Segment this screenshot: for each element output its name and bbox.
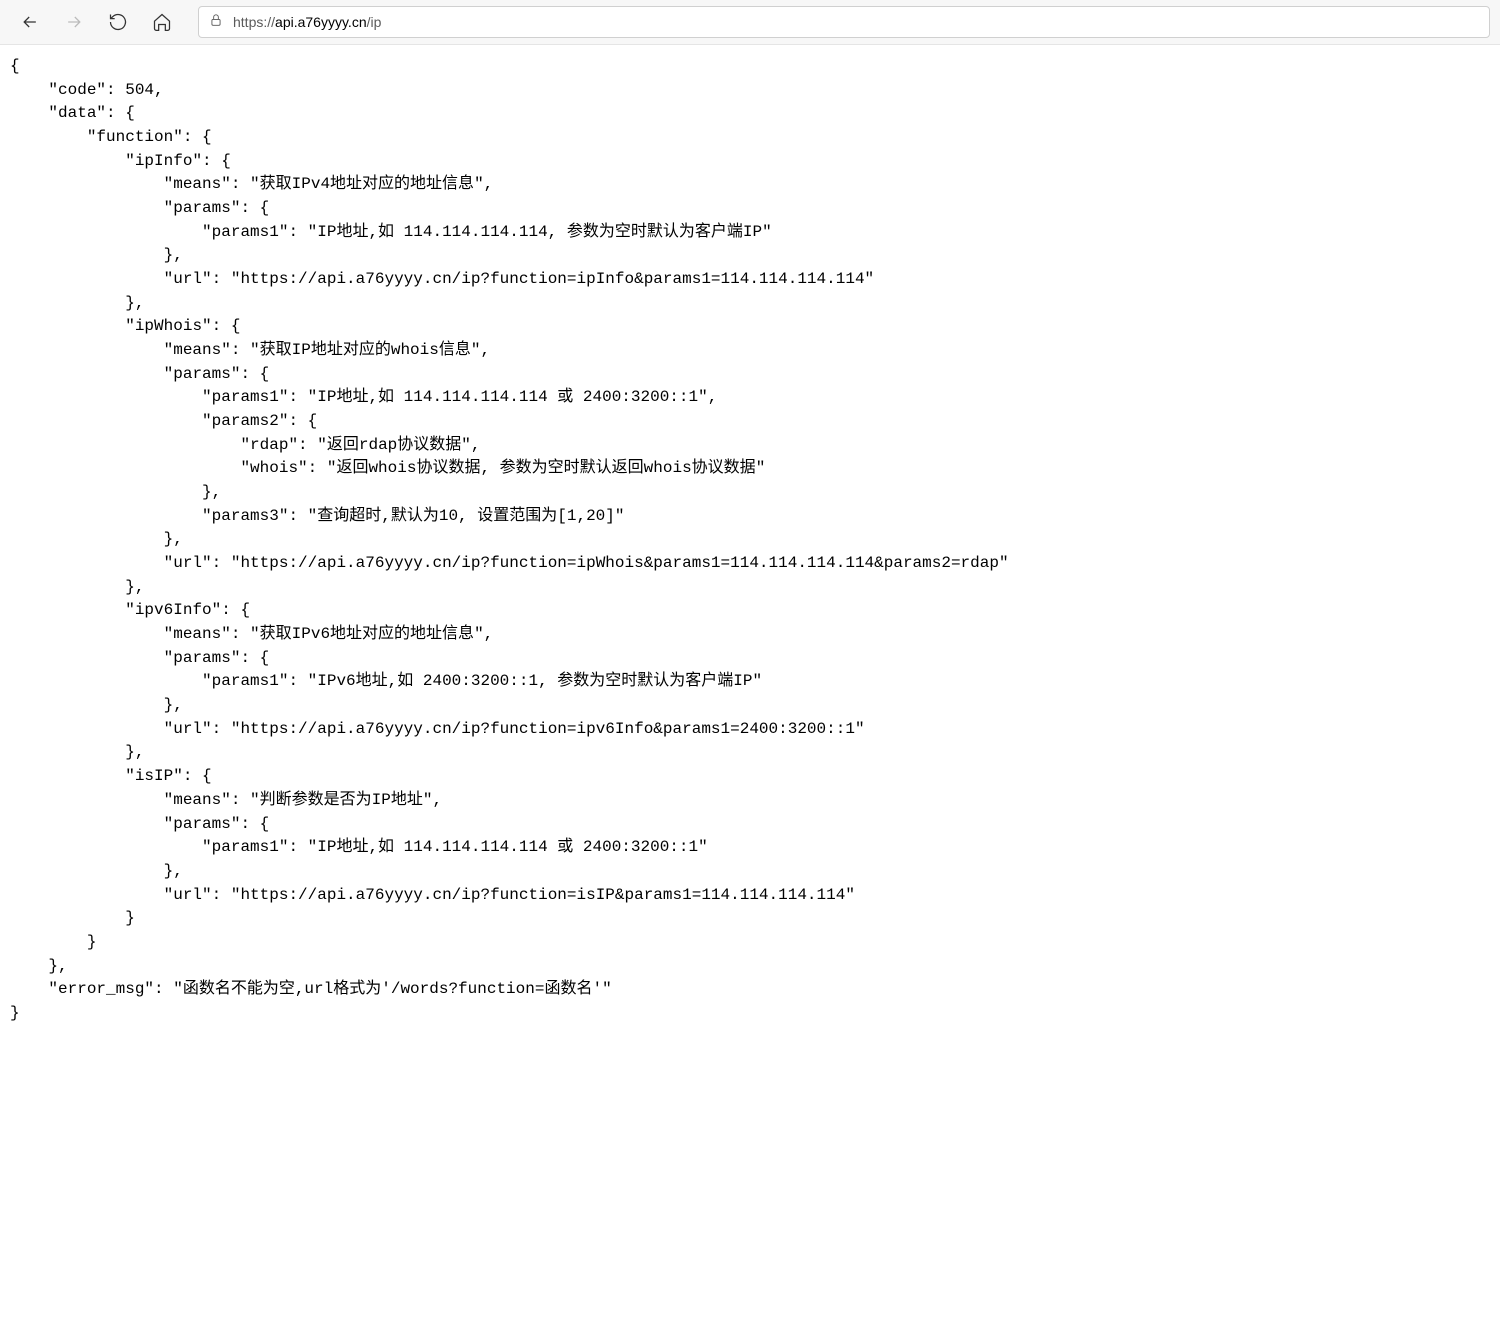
- address-bar[interactable]: https://api.a76yyyy.cn/ip: [198, 6, 1490, 38]
- back-button[interactable]: [10, 4, 50, 40]
- json-response: { "code": 504, "data": { "function": { "…: [10, 55, 1490, 1026]
- page-content: { "code": 504, "data": { "function": { "…: [0, 45, 1500, 1036]
- refresh-icon: [108, 12, 128, 32]
- browser-toolbar: https://api.a76yyyy.cn/ip: [0, 0, 1500, 45]
- arrow-left-icon: [20, 12, 40, 32]
- lock-icon: [209, 13, 223, 32]
- refresh-button[interactable]: [98, 4, 138, 40]
- url-text: https://api.a76yyyy.cn/ip: [233, 14, 381, 30]
- forward-button[interactable]: [54, 4, 94, 40]
- home-button[interactable]: [142, 4, 182, 40]
- home-icon: [152, 12, 172, 32]
- arrow-right-icon: [64, 12, 84, 32]
